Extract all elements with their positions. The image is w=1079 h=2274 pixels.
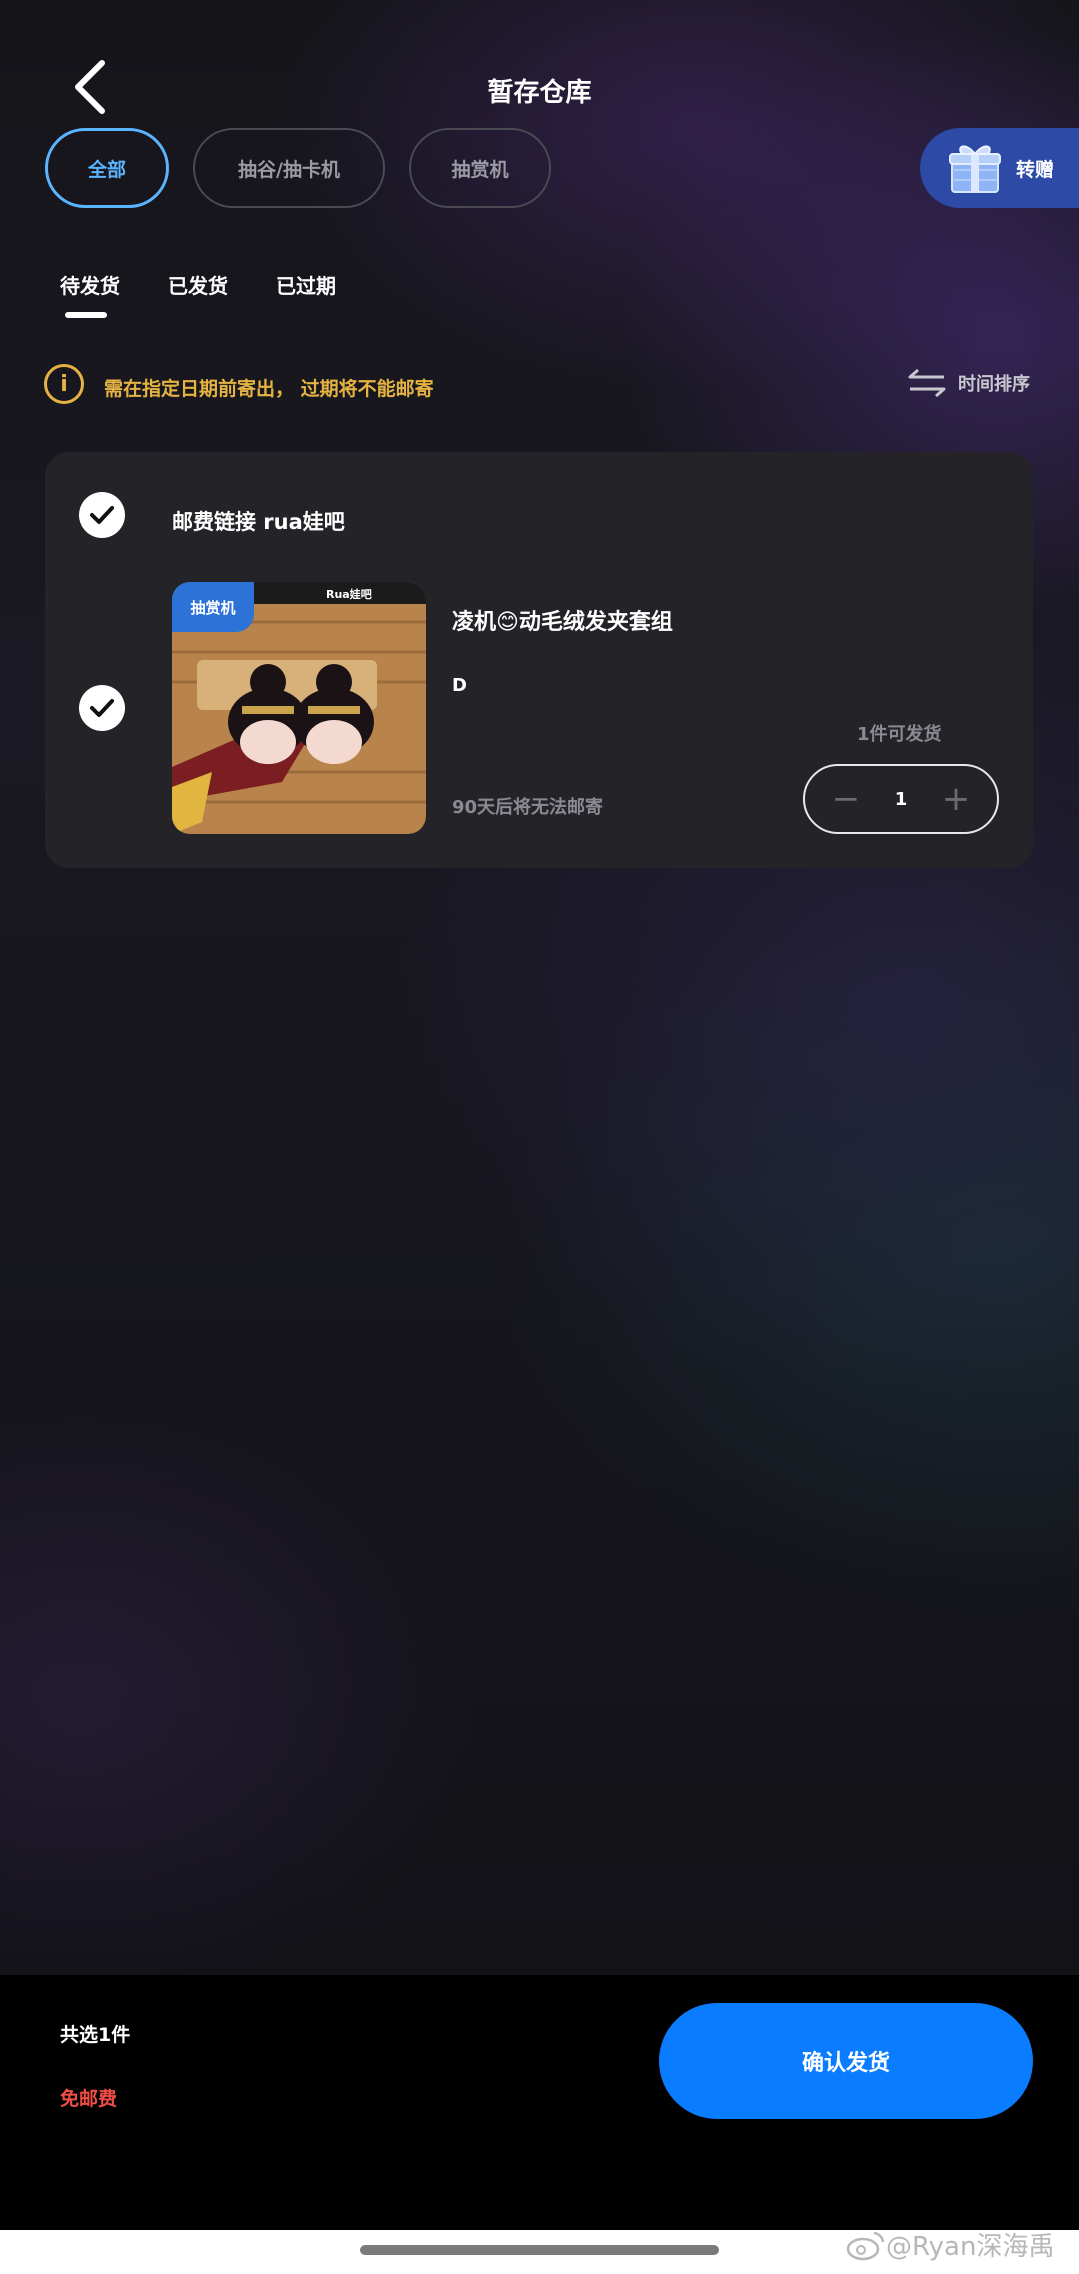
watermark: @Ryan深海禹 <box>846 2226 1054 2263</box>
confirm-shipment-button[interactable]: 确认发货 <box>659 2003 1033 2119</box>
swap-arrows-icon <box>908 368 946 398</box>
store-select-checkbox[interactable] <box>79 492 125 538</box>
store-name: 邮费链接 rua娃吧 <box>172 510 345 534</box>
selected-count: 共选1件 <box>60 2024 131 2046</box>
home-indicator[interactable] <box>360 2245 719 2255</box>
filter-gacha-card[interactable]: 抽谷/抽卡机 <box>193 128 385 208</box>
sort-button[interactable]: 时间排序 <box>908 368 1030 398</box>
checkmark-icon <box>90 699 114 717</box>
gift-transfer-button[interactable]: 转赠 <box>920 128 1079 208</box>
filter-prize-machine[interactable]: 抽赏机 <box>409 128 551 208</box>
notice-text: 需在指定日期前寄出， 过期将不能邮寄 <box>104 378 434 400</box>
item-select-checkbox[interactable] <box>79 685 125 731</box>
gift-transfer-label: 转赠 <box>1016 158 1055 181</box>
filter-all[interactable]: 全部 <box>45 128 169 208</box>
thumbnail-brand-text: Rua娃吧 <box>326 587 372 601</box>
active-tab-indicator <box>65 312 107 318</box>
decrement-button[interactable]: − <box>831 782 861 816</box>
increment-button[interactable]: + <box>941 782 971 816</box>
tab-expired[interactable]: 已过期 <box>276 270 336 299</box>
expire-note: 90天后将无法邮寄 <box>452 797 604 818</box>
product-variant: D <box>452 675 467 696</box>
tab-shipped[interactable]: 已发货 <box>168 270 228 299</box>
product-thumbnail[interactable]: Rua娃吧 抽赏机 <box>172 582 426 834</box>
tab-pending[interactable]: 待发货 <box>60 270 120 299</box>
category-badge: 抽赏机 <box>172 582 254 632</box>
watermark-text: @Ryan深海禹 <box>886 2232 1055 2262</box>
product-title: 凌机😊动毛绒发夹套组 <box>452 610 673 635</box>
shippable-count: 1件可发货 <box>857 724 942 745</box>
weibo-logo-icon <box>846 2231 885 2260</box>
quantity-value: 1 <box>894 788 908 810</box>
background <box>0 0 1079 1975</box>
postage-label: 免邮费 <box>60 2088 118 2110</box>
sort-label: 时间排序 <box>958 374 1030 395</box>
quantity-stepper: − 1 + <box>803 764 999 834</box>
checkmark-icon <box>90 506 114 524</box>
page-title: 暂存仓库 <box>487 78 592 108</box>
gift-box-icon <box>949 145 1001 193</box>
info-icon: i <box>44 364 84 404</box>
